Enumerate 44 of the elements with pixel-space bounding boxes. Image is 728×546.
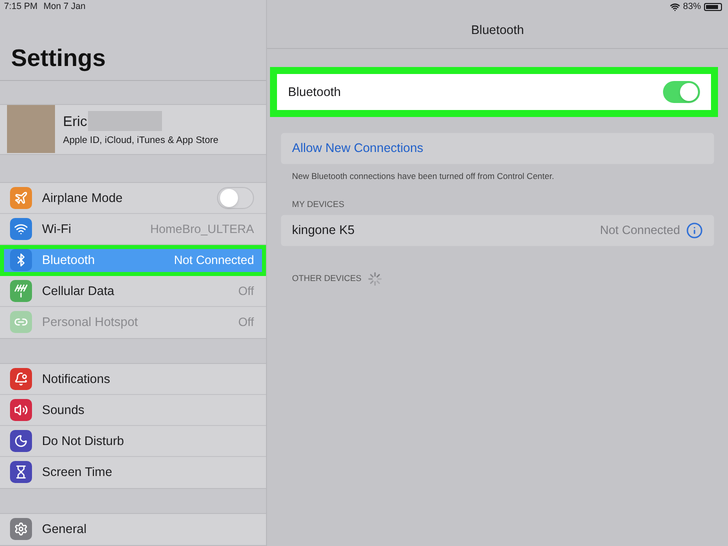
- info-icon[interactable]: [686, 222, 703, 238]
- item-value: HomeBro_ULTERA: [150, 220, 254, 238]
- device-row[interactable]: kingone K5 Not Connected: [281, 214, 714, 246]
- section-header: OTHER DEVICES: [292, 272, 362, 285]
- item-label: Sounds: [42, 402, 84, 419]
- item-label: Cellular Data: [42, 282, 114, 300]
- item-label: Wi-Fi: [42, 220, 72, 238]
- sidebar-item[interactable]: Do Not Disturb: [0, 426, 266, 457]
- profile-row[interactable]: Eric Apple ID, iCloud, iTunes & App Store: [0, 104, 266, 155]
- item-label: Notifications: [42, 370, 110, 388]
- item-label: General: [42, 521, 86, 538]
- wifi-icon: [670, 2, 680, 12]
- toggle-switch[interactable]: [663, 81, 700, 103]
- row-label: Bluetooth: [288, 84, 341, 101]
- status-time: 7:15 PM: [4, 0, 38, 13]
- allow-connections-link[interactable]: Allow New Connections: [281, 133, 714, 164]
- toggle-switch[interactable]: [217, 186, 254, 209]
- item-value: Off: [238, 314, 254, 332]
- profile-subtitle: Apple ID, iCloud, iTunes & App Store: [63, 134, 218, 148]
- status-date: Mon 7 Jan: [44, 0, 86, 13]
- sidebar-title: Settings: [11, 44, 106, 74]
- sidebar-item[interactable]: Notifications: [0, 364, 266, 395]
- item-label: Bluetooth: [42, 252, 95, 270]
- device-name: kingone K5: [292, 222, 355, 239]
- sidebar-item[interactable]: Screen Time: [0, 456, 266, 488]
- item-label: Do Not Disturb: [42, 432, 124, 450]
- item-value: Off: [238, 282, 254, 300]
- sidebar-item[interactable]: General: [0, 514, 266, 545]
- detail-title: Bluetooth: [471, 22, 524, 40]
- item-value: Not Connected: [174, 252, 254, 270]
- footnote: New Bluetooth connections have been turned off from Control Center.: [291, 170, 556, 183]
- sidebar-item[interactable]: Airplane Mode: [0, 182, 266, 214]
- photo-placeholder: [7, 105, 55, 154]
- device-status: Not Connected: [600, 222, 680, 239]
- profile-name: Eric: [63, 112, 88, 131]
- item-label: Airplane Mode: [42, 190, 123, 207]
- sidebar-item[interactable]: Cellular Data Off: [0, 276, 266, 307]
- battery-percent: 83%: [682, 0, 701, 13]
- section-header: MY DEVICES: [291, 198, 346, 210]
- item-label: Personal Hotspot: [42, 314, 138, 332]
- item-label: Screen Time: [42, 464, 112, 482]
- sidebar-item[interactable]: Sounds: [0, 394, 266, 426]
- battery-icon: [704, 2, 722, 10]
- sidebar-item[interactable]: Wi-Fi HomeBro_ULTERA: [0, 214, 266, 245]
